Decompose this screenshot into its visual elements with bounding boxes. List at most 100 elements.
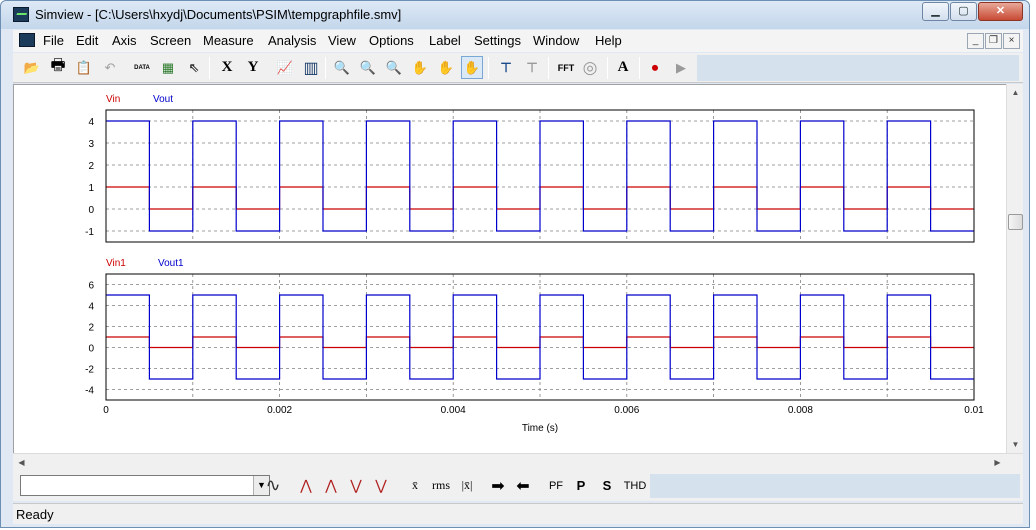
mdi-close-button[interactable]: × [1003, 33, 1020, 49]
y-tick-label: -2 [85, 365, 94, 376]
minimize-button[interactable]: ▁ [922, 2, 949, 21]
menu-help[interactable]: Help [595, 33, 622, 48]
legend-vout: Vout [153, 94, 173, 105]
mdi-restore-button[interactable]: ❐ [985, 33, 1002, 49]
play-icon[interactable]: ▶ [670, 56, 692, 79]
zoom-in-icon[interactable]: 🔍 [357, 56, 379, 79]
s-button[interactable]: S [597, 474, 617, 497]
measure-disabled-icon[interactable]: ⊤ [521, 56, 543, 79]
disc-icon[interactable]: ◎ [579, 56, 601, 79]
window-title: Simview - [C:\Users\hxydj\Documents\PSIM… [35, 7, 402, 22]
series-line-vout1 [106, 294, 974, 380]
max-icon[interactable]: ⋀ [295, 474, 317, 497]
plot-select-icon[interactable]: ▦ [157, 56, 179, 79]
measure-icon[interactable]: ⊤ [495, 56, 517, 79]
legend-vin1: Vin1 [106, 258, 126, 269]
x-tick-label: 0.01 [964, 405, 984, 416]
close-button[interactable]: ✕ [978, 2, 1023, 21]
chart-vin1-vout1[interactable]: Vin1 Vout1 -4 -2 0 2 4 6 0 0.002 0.004 0.006 0.00… [85, 258, 984, 434]
menu-file[interactable]: File [43, 33, 64, 48]
pointer-icon[interactable]: ⇖ [183, 56, 205, 79]
clipboard-icon[interactable]: 📋 [73, 56, 95, 79]
legend-vout1: Vout1 [158, 258, 184, 269]
menu-bar: File Edit Axis Screen Measure Analysis V… [13, 30, 1023, 52]
x-tick-label: 0.006 [614, 405, 639, 416]
printer-icon[interactable]: 🖶 [47, 56, 69, 79]
menu-window[interactable]: Window [533, 33, 579, 48]
y-tick-label: 1 [88, 183, 94, 194]
rms-button[interactable]: rms [428, 474, 454, 497]
zoom-icon[interactable]: 🔍 [331, 56, 353, 79]
curve-select-combo[interactable]: ▼ [20, 475, 270, 496]
y-tick-label: 3 [88, 139, 94, 150]
data-icon[interactable]: DATA [131, 56, 153, 79]
y-tick-label: -1 [85, 227, 94, 238]
document-icon[interactable] [19, 33, 35, 47]
min-icon[interactable]: ⋁ [345, 474, 367, 497]
global-max-icon[interactable]: ⋀ [320, 474, 342, 497]
open-folder-icon[interactable]: 📂 [21, 56, 43, 79]
fft-icon[interactable]: FFT [553, 56, 579, 79]
hand-pressed-icon[interactable]: ✋ [461, 56, 483, 79]
abs-average-button[interactable]: |x̄| [456, 474, 478, 497]
vertical-scrollbar[interactable]: ▲ ▼ [1006, 84, 1023, 453]
maximize-button[interactable]: ▢ [950, 2, 977, 21]
y-tick-label: 6 [88, 281, 94, 292]
x-tick-label: 0.002 [267, 405, 292, 416]
scroll-up-arrow-icon[interactable]: ▲ [1007, 84, 1024, 101]
average-button[interactable]: x̄ [405, 474, 425, 497]
vertical-scroll-thumb[interactable] [1008, 214, 1023, 230]
waveform-charts[interactable]: Vin Vout -1 0 1 2 3 4 Vin1 Vout1 -4 -2 0 2 4 6 0 0.… [14, 85, 1007, 454]
arrow-right-icon[interactable]: ➡ [487, 474, 509, 497]
undo-icon[interactable]: ↶ [99, 56, 121, 79]
menu-measure[interactable]: Measure [203, 33, 254, 48]
x-axis-label: Time (s) [522, 423, 558, 434]
menu-view[interactable]: View [328, 33, 356, 48]
menu-analysis[interactable]: Analysis [268, 33, 316, 48]
pan-hand-alt-icon[interactable]: ✋ [435, 56, 457, 79]
x-tick-label: 0.008 [788, 405, 813, 416]
scroll-down-arrow-icon[interactable]: ▼ [1007, 436, 1024, 453]
simview-window: Simview - [C:\Users\hxydj\Documents\PSIM… [0, 0, 1030, 528]
y-tick-label: 0 [88, 344, 94, 355]
scroll-left-arrow-icon[interactable]: ◀ [13, 454, 30, 471]
y-axis-icon[interactable]: Y [242, 56, 264, 79]
global-min-icon[interactable]: ⋁ [370, 474, 392, 497]
menu-axis[interactable]: Axis [112, 33, 137, 48]
sine-wave-icon[interactable]: ∿ [260, 474, 286, 497]
arrow-left-icon[interactable]: ⬅ [512, 474, 534, 497]
pf-button[interactable]: PF [545, 474, 567, 497]
measure-toolbar: ▼ ∿ ⋀ ⋀ ⋁ ⋁ x̄ rms |x̄| ➡ ⬅ PF P S THD [13, 470, 1023, 501]
menu-options[interactable]: Options [369, 33, 414, 48]
chart-vin-vout[interactable]: Vin Vout -1 0 1 2 3 4 [85, 94, 975, 243]
mdi-minimize-button[interactable]: _ [967, 33, 984, 49]
scroll-right-arrow-icon[interactable]: ▶ [989, 454, 1006, 471]
menu-label[interactable]: Label [429, 33, 461, 48]
plot-area[interactable]: Vin Vout -1 0 1 2 3 4 Vin1 Vout1 -4 -2 0 2 4 6 0 0.… [13, 84, 1006, 453]
legend-vin: Vin [106, 94, 120, 105]
x-axis-icon[interactable]: X [216, 56, 238, 79]
main-toolbar: 📂 🖶 📋 ↶ DATA ▦ ⇖ X Y 📈 ▥ 🔍 🔍 🔍 ✋ ✋ ✋ ⊤ ⊤… [13, 53, 1023, 83]
pan-hand-icon[interactable]: ✋ [409, 56, 431, 79]
y-tick-label: 2 [88, 161, 94, 172]
menu-screen[interactable]: Screen [150, 33, 191, 48]
zoom-out-icon[interactable]: 🔍 [383, 56, 405, 79]
menu-settings[interactable]: Settings [474, 33, 521, 48]
status-text: Ready [16, 507, 54, 522]
screen-icon[interactable]: ▥ [300, 56, 322, 79]
y-tick-label: 4 [88, 302, 94, 313]
record-icon[interactable]: ⏺ [644, 56, 666, 79]
x-tick-label: 0 [103, 405, 109, 416]
horizontal-scrollbar[interactable]: ◀ ▶ [13, 453, 1023, 470]
y-tick-label: 0 [88, 205, 94, 216]
measure-toolbar-empty-area [650, 474, 1020, 498]
status-bar: Ready [13, 503, 1023, 524]
thd-button[interactable]: THD [622, 474, 648, 497]
title-bar[interactable]: Simview - [C:\Users\hxydj\Documents\PSIM… [1, 1, 1029, 29]
text-icon[interactable]: A [612, 56, 634, 79]
y-tick-label: 4 [88, 117, 94, 128]
p-button[interactable]: P [571, 474, 591, 497]
menu-edit[interactable]: Edit [76, 33, 98, 48]
y-tick-label: -4 [85, 386, 94, 397]
graph-icon[interactable]: 📈 [274, 56, 296, 79]
